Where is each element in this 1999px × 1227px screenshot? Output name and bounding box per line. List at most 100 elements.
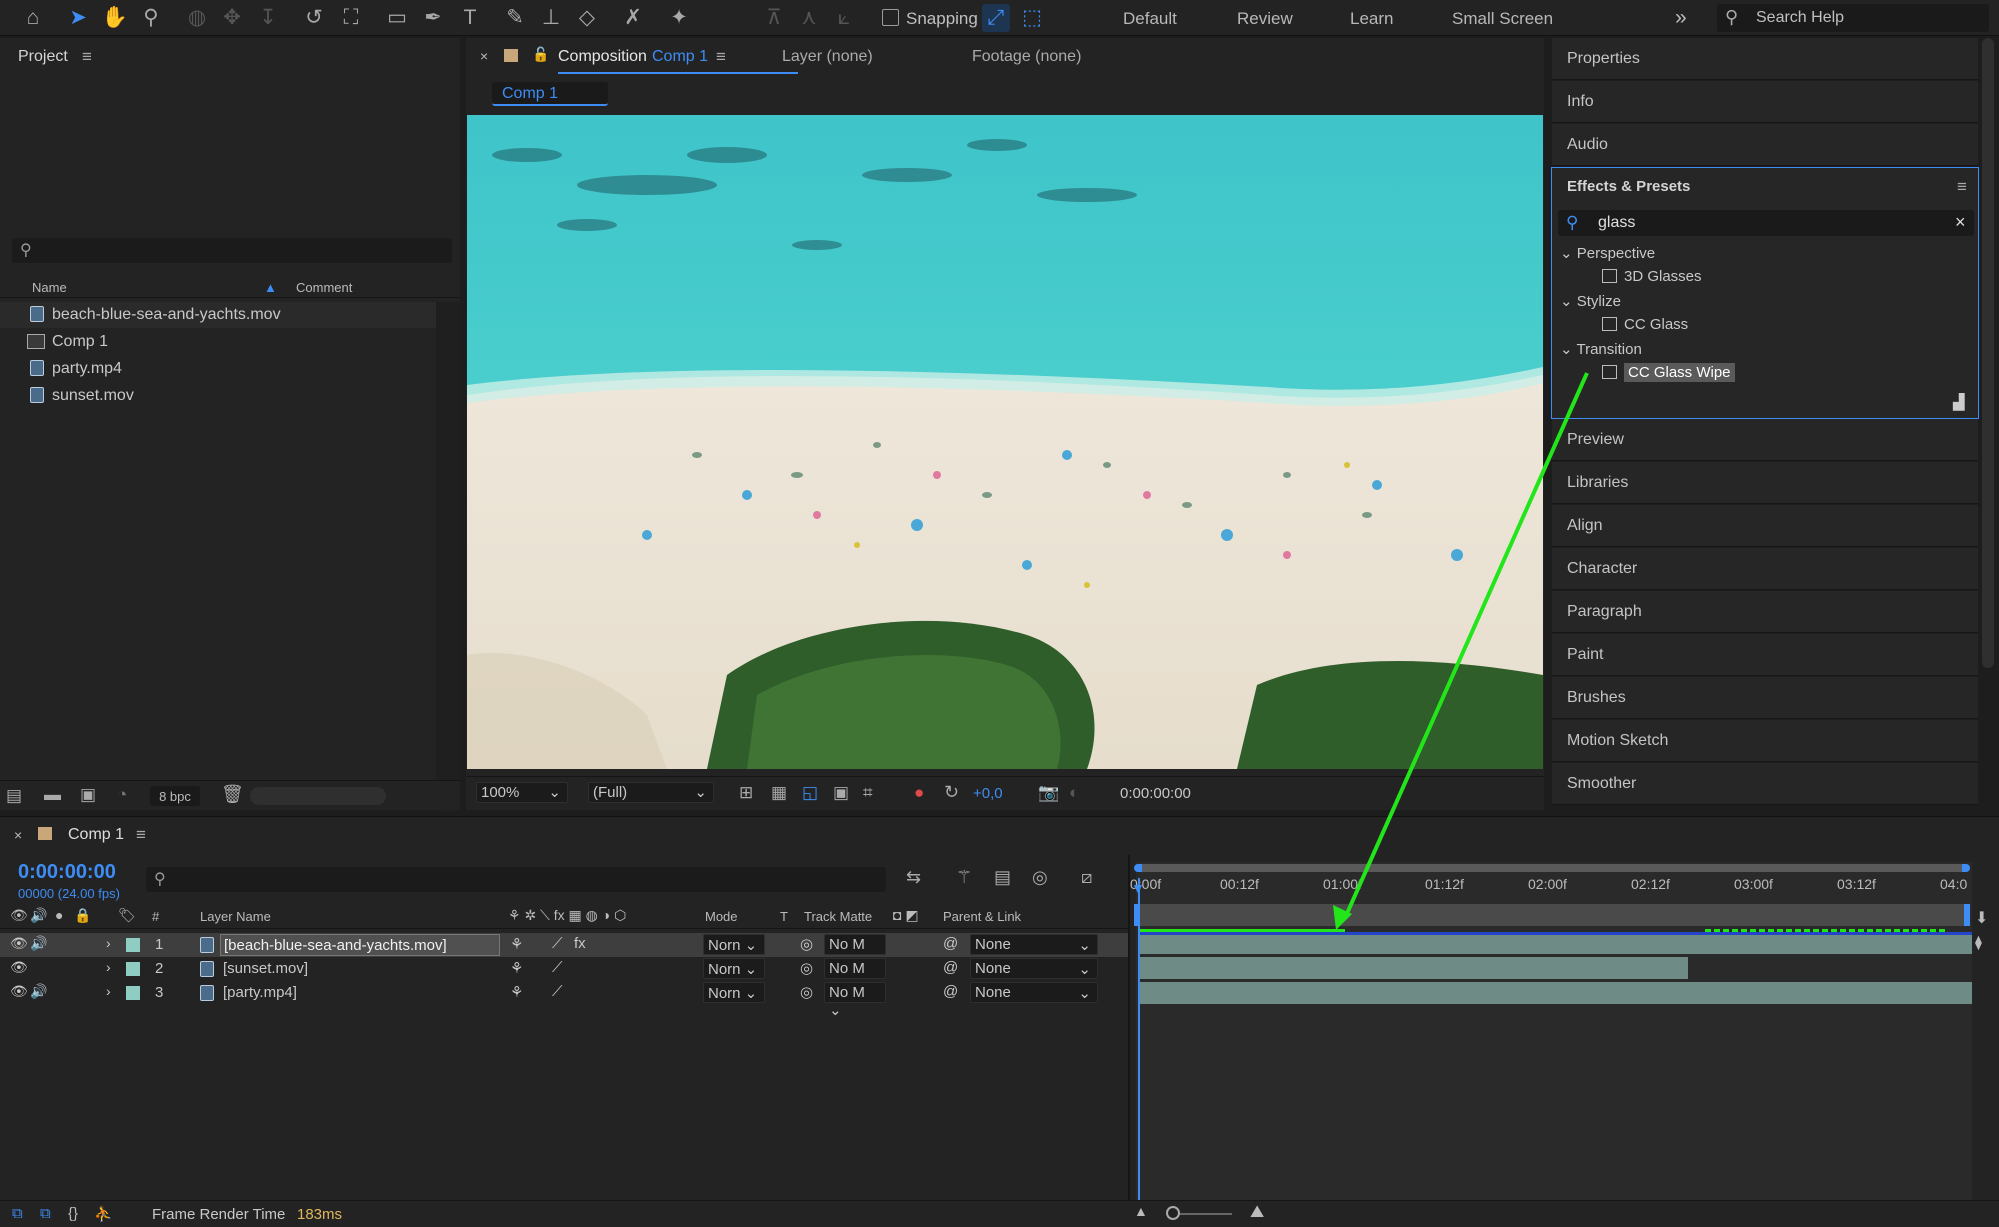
col-comment[interactable]: Comment [296,280,352,295]
timeline-divider[interactable] [1128,855,1130,1201]
color-channels-icon[interactable]: ● [914,783,924,803]
effects-search-input[interactable]: ⚲ glass × [1558,210,1974,236]
expand-chevron-icon[interactable]: › [106,983,111,999]
graph-editor-icon[interactable]: ⧄ [1081,867,1092,888]
effect-item[interactable]: CC Glass [1602,316,1688,333]
layer-label-color[interactable] [126,962,140,976]
panel-paint[interactable]: Paint [1552,634,1978,676]
project-panel-title[interactable]: Project [18,48,68,66]
rectangle-tool-icon[interactable]: ▭ [383,4,411,32]
quality-switch-icon[interactable]: ⟋ [552,935,563,952]
project-menu-icon[interactable]: ≡ [82,47,92,67]
composition-tab-prefix[interactable]: Composition [558,48,647,66]
layer-name[interactable]: [beach-blue-sea-and-yachts.mov] [220,934,500,956]
panel-preview[interactable]: Preview [1552,419,1978,461]
layer-tab[interactable]: Layer (none) [782,48,873,66]
col-t[interactable]: T [780,909,788,924]
snap-features-icon[interactable]: ⬚ [1018,4,1046,32]
col-mode[interactable]: Mode [705,909,738,924]
track-matte-dropdown[interactable]: No M ⌄ [824,958,886,995]
panel-motion-sketch[interactable]: Motion Sketch [1552,720,1978,762]
layer-row[interactable]: 👁 🔊 › 3 [party.mp4] ⚘ ⟋ Norn ⌄ ◎ No M ⌄ … [0,981,1130,1019]
snapshot-camera-icon[interactable]: 📷 [1038,783,1059,803]
composition-tab-name[interactable]: Comp 1 [652,48,708,66]
expand-chevron-icon[interactable]: › [106,959,111,975]
project-item[interactable]: beach-blue-sea-and-yachts.mov ⛗ [0,302,460,328]
col-layer-name[interactable]: Layer Name [200,909,271,924]
mode-dropdown[interactable]: Norn ⌄ [703,934,765,955]
effect-group-transition[interactable]: ⌄ Transition [1560,340,1642,358]
zoom-out-icon[interactable]: ▲ [1134,1203,1148,1219]
panel-properties[interactable]: Properties [1552,38,1978,80]
panel-info[interactable]: Info [1552,81,1978,123]
project-item[interactable]: Comp 1 [0,329,460,355]
preserve-transparency-icon[interactable]: ◎ [800,983,813,1001]
hand-tool-icon[interactable]: ✋ [101,4,129,32]
workspace-learn[interactable]: Learn [1350,9,1393,29]
audio-icon[interactable]: 🔊 [30,907,47,924]
time-navigator[interactable] [1134,864,1970,872]
home-icon[interactable]: ⌂ [19,4,47,32]
panel-audio[interactable]: Audio [1552,124,1978,166]
snapping-checkbox[interactable] [882,9,899,26]
rotate-tool-icon[interactable]: ↺ [300,4,328,32]
layer-bar-2[interactable] [1138,957,1688,979]
track-matte-dropdown[interactable]: No M ⌄ [824,982,886,1019]
close-tab-icon[interactable]: × [14,827,22,843]
comp-panel-menu-icon[interactable]: ≡ [716,47,726,67]
effect-item-selected[interactable]: CC Glass Wipe [1602,363,1735,382]
visibility-eye-icon[interactable]: 👁 [10,983,28,1000]
effects-presets-title[interactable]: Effects & Presets [1567,178,1690,195]
workspace-review[interactable]: Review [1237,9,1293,29]
zoom-slider-handle[interactable] [1166,1206,1180,1220]
solo-icon[interactable]: ● [55,907,63,923]
keyframe-nav-icon[interactable]: ⧫ [1975,934,1982,951]
panel-brushes[interactable]: Brushes [1552,677,1978,719]
parent-dropdown[interactable]: None ⌄ [970,958,1098,979]
frame-blending-icon[interactable]: ▤ [994,867,1011,888]
pen-tool-icon[interactable]: ✒ [419,4,447,32]
more-workspaces-icon[interactable]: » [1675,6,1687,30]
pickwhip-icon[interactable]: @ [943,983,958,1000]
playhead-icon[interactable]: ▼ [1131,880,1145,896]
grid-guides-icon[interactable]: ⌗ [863,783,873,803]
eye-icon[interactable]: 👁 [10,907,28,924]
mask-visibility-icon[interactable]: ◱ [802,783,818,803]
brush-tool-icon[interactable]: ✎ [501,4,529,32]
lock-icon[interactable]: 🔓 [532,46,549,63]
transparency-grid-icon[interactable]: ▦ [771,783,787,803]
effect-item[interactable]: 3D Glasses [1602,268,1702,285]
audio-icon[interactable]: 🔊 [30,935,47,952]
mode-dropdown[interactable]: Norn ⌄ [703,982,765,1003]
project-scrollbar[interactable] [436,302,460,812]
col-number[interactable]: # [152,909,159,924]
shy-switch-icon[interactable]: ⚘ [510,935,523,953]
timeline-search-input[interactable]: ⚲ [146,867,886,892]
effect-group-perspective[interactable]: ⌄ Perspective [1560,244,1655,262]
project-item[interactable]: sunset.mov [0,383,460,409]
workspace-small-screen[interactable]: Small Screen [1452,9,1553,29]
shy-switch-icon[interactable]: ⚘ [510,959,523,977]
resolution-dropdown[interactable]: (Full) ⌄ [588,782,714,803]
lock-icon[interactable]: 🔒 [74,907,91,924]
pickwhip-icon[interactable]: @ [943,935,958,952]
eraser-tool-icon[interactable]: ◇ [573,4,601,32]
orbit-camera-icon[interactable]: ◍ [183,4,211,32]
visibility-eye-icon[interactable]: 👁 [10,959,28,976]
label-tag-icon[interactable]: 🏷 [118,907,136,924]
zoom-dropdown[interactable]: 100% ⌄ [476,782,568,803]
zoom-tool-icon[interactable]: ⚲ [137,4,165,32]
snap-edges-icon[interactable]: ⤢ [982,4,1010,32]
visibility-eye-icon[interactable]: 👁 [10,935,28,952]
effect-group-stylize[interactable]: ⌄ Stylize [1560,292,1621,310]
new-folder-icon[interactable]: ▬ [44,785,61,805]
fast-previews-icon[interactable]: ⊞ [739,783,753,803]
axis-icon[interactable]: ⟀ [830,4,858,32]
dolly-camera-icon[interactable]: ↧ [254,4,282,32]
interpret-footage-icon[interactable]: ▤ [6,786,22,806]
layer-row[interactable]: 👁 › 2 [sunset.mov] ⚘ ⟋ Norn ⌄ ◎ No M ⌄ @… [0,957,1130,995]
quality-switch-icon[interactable]: ⟋ [552,983,563,1000]
audio-icon[interactable]: 🔊 [30,983,47,1000]
col-track-matte[interactable]: Track Matte [804,909,872,924]
puppet-pin-tool-icon[interactable]: ✦ [665,4,693,32]
